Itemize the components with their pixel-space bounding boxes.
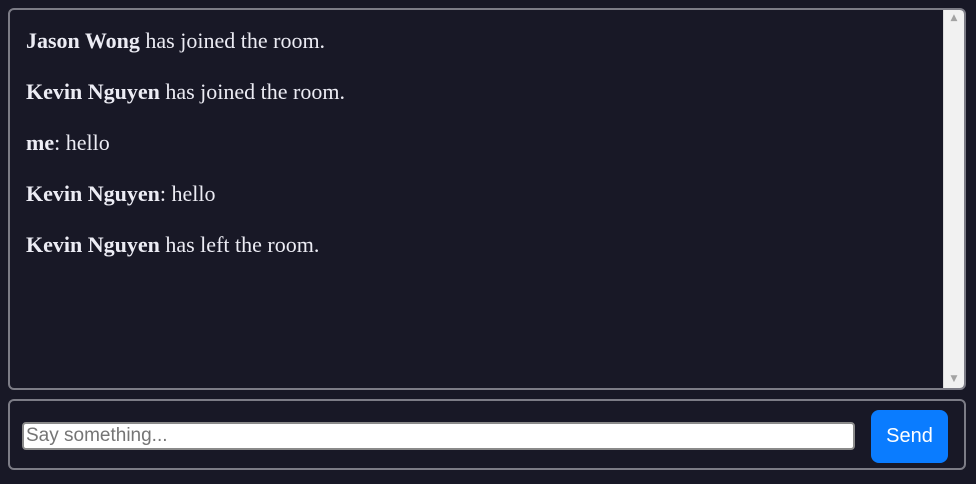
message-input[interactable]	[22, 422, 855, 450]
message-sender: Kevin Nguyen	[26, 232, 160, 257]
chat-message: Kevin Nguyen has left the room.	[26, 232, 942, 258]
message-text: : hello	[54, 130, 110, 155]
message-composer: Send	[8, 399, 966, 470]
message-sender: me	[26, 130, 55, 155]
chat-message: me: hello	[26, 130, 942, 156]
message-list: Jason Wong has joined the room. Kevin Ng…	[10, 10, 942, 388]
message-text: : hello	[159, 181, 216, 206]
message-text: has joined the room.	[139, 28, 326, 53]
message-text: has joined the room.	[159, 79, 345, 104]
chat-message: Kevin Nguyen: hello	[26, 181, 942, 207]
chat-message-panel[interactable]: Jason Wong has joined the room. Kevin Ng…	[8, 8, 966, 390]
message-sender: Kevin Nguyen	[26, 181, 160, 206]
message-sender: Jason Wong	[26, 28, 140, 53]
message-text: has left the room.	[159, 232, 320, 257]
message-sender: Kevin Nguyen	[26, 79, 160, 104]
send-button[interactable]: Send	[871, 410, 948, 463]
vertical-scrollbar[interactable]: ▲ ▼	[943, 10, 964, 388]
chat-message: Kevin Nguyen has joined the room.	[26, 79, 942, 105]
scroll-down-icon[interactable]: ▼	[944, 371, 964, 388]
scroll-up-icon[interactable]: ▲	[944, 10, 964, 27]
chat-message: Jason Wong has joined the room.	[26, 28, 942, 54]
